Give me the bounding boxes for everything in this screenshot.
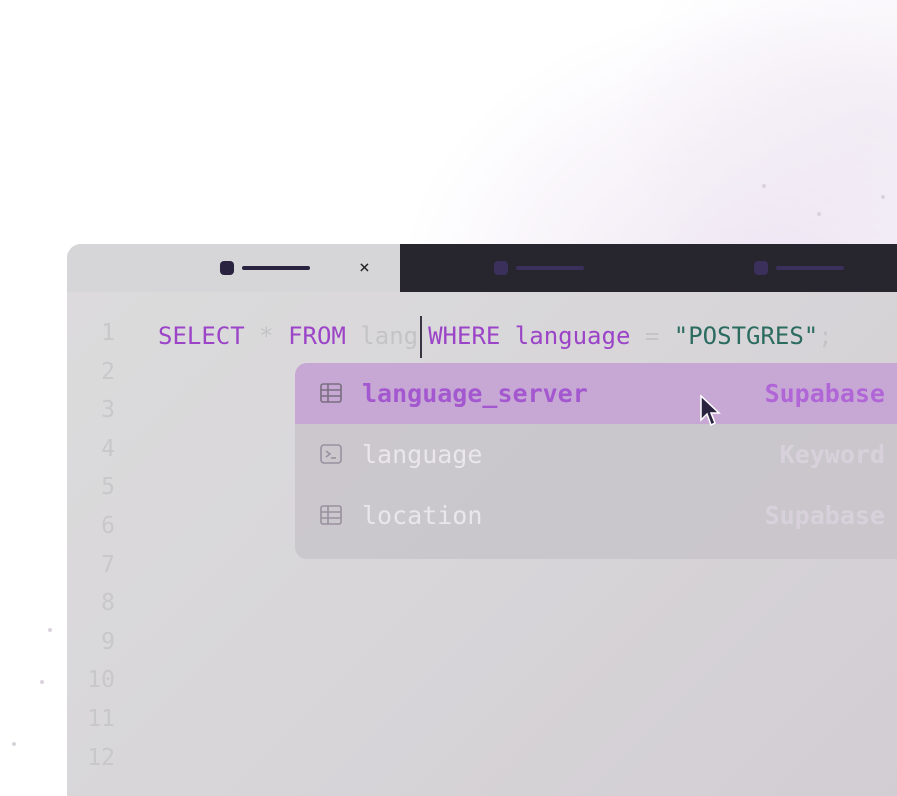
line-number: 12 bbox=[87, 744, 115, 771]
table-icon bbox=[320, 383, 342, 403]
decorative-dot bbox=[817, 212, 821, 216]
line-number: 1 bbox=[101, 320, 115, 346]
suggestion-label: language bbox=[362, 440, 483, 469]
suggestion-label: location bbox=[362, 501, 483, 530]
line-number: 4 bbox=[101, 435, 115, 462]
line-number-gutter: 1 2 3 4 5 6 7 8 9 10 11 12 bbox=[67, 314, 115, 777]
decorative-dot bbox=[40, 680, 44, 684]
semicolon: ; bbox=[818, 322, 833, 350]
string-literal: "POSTGRES" bbox=[673, 322, 819, 350]
tab-title-placeholder bbox=[242, 266, 310, 270]
file-icon bbox=[494, 261, 508, 275]
suggestion-language[interactable]: language Keyword bbox=[295, 424, 897, 485]
tab-title-placeholder bbox=[776, 266, 844, 270]
code-line-1[interactable]: SELECT * FROM lang WHERE language = "POST… bbox=[158, 316, 833, 358]
keyword-select: SELECT bbox=[158, 322, 245, 350]
line-number: 7 bbox=[101, 551, 115, 578]
typed-text: lang bbox=[345, 322, 419, 350]
keyword-from: FROM bbox=[288, 322, 346, 350]
star-operator: * bbox=[244, 322, 289, 350]
autocomplete-popup: language_server Supabase language Keywor… bbox=[295, 363, 897, 559]
decorative-dot bbox=[12, 742, 16, 746]
line-number: 2 bbox=[101, 358, 115, 385]
mouse-pointer-icon bbox=[700, 394, 721, 427]
suggestion-detail: Supabase bbox=[764, 379, 885, 408]
tab-bar: × bbox=[67, 244, 897, 292]
terminal-icon bbox=[320, 444, 342, 464]
tab-active[interactable]: × bbox=[67, 244, 400, 292]
close-icon[interactable]: × bbox=[359, 258, 370, 278]
keyword-where: WHERE bbox=[428, 322, 501, 350]
text-caret bbox=[420, 316, 423, 358]
line-number: 9 bbox=[101, 628, 115, 655]
equals-operator: = bbox=[644, 322, 674, 350]
tab-inactive-area bbox=[400, 244, 897, 292]
identifier: language bbox=[500, 322, 645, 350]
table-icon bbox=[320, 505, 342, 525]
line-number: 3 bbox=[101, 397, 115, 424]
suggestion-detail: Supabase bbox=[764, 501, 885, 530]
tab-third[interactable] bbox=[740, 244, 897, 292]
decorative-dot bbox=[881, 195, 885, 199]
suggestion-language-server[interactable]: language_server Supabase bbox=[295, 363, 897, 424]
sql-editor-window: × 1 2 3 4 5 6 7 8 9 10 11 12 SELECT * FR… bbox=[67, 244, 897, 796]
suggestion-label: language_server bbox=[362, 379, 588, 408]
file-icon bbox=[754, 261, 768, 275]
file-icon bbox=[220, 261, 234, 275]
tab-second[interactable] bbox=[480, 244, 660, 292]
decorative-dot bbox=[48, 628, 52, 632]
tab-title-placeholder bbox=[516, 266, 584, 270]
decorative-dot bbox=[762, 184, 766, 188]
suggestion-location[interactable]: location Supabase bbox=[295, 485, 897, 546]
line-number: 8 bbox=[101, 590, 115, 617]
suggestion-detail: Keyword bbox=[779, 440, 885, 469]
line-number: 11 bbox=[87, 705, 115, 732]
line-number: 5 bbox=[101, 474, 115, 501]
line-number: 10 bbox=[87, 667, 115, 694]
line-number: 6 bbox=[101, 512, 115, 539]
